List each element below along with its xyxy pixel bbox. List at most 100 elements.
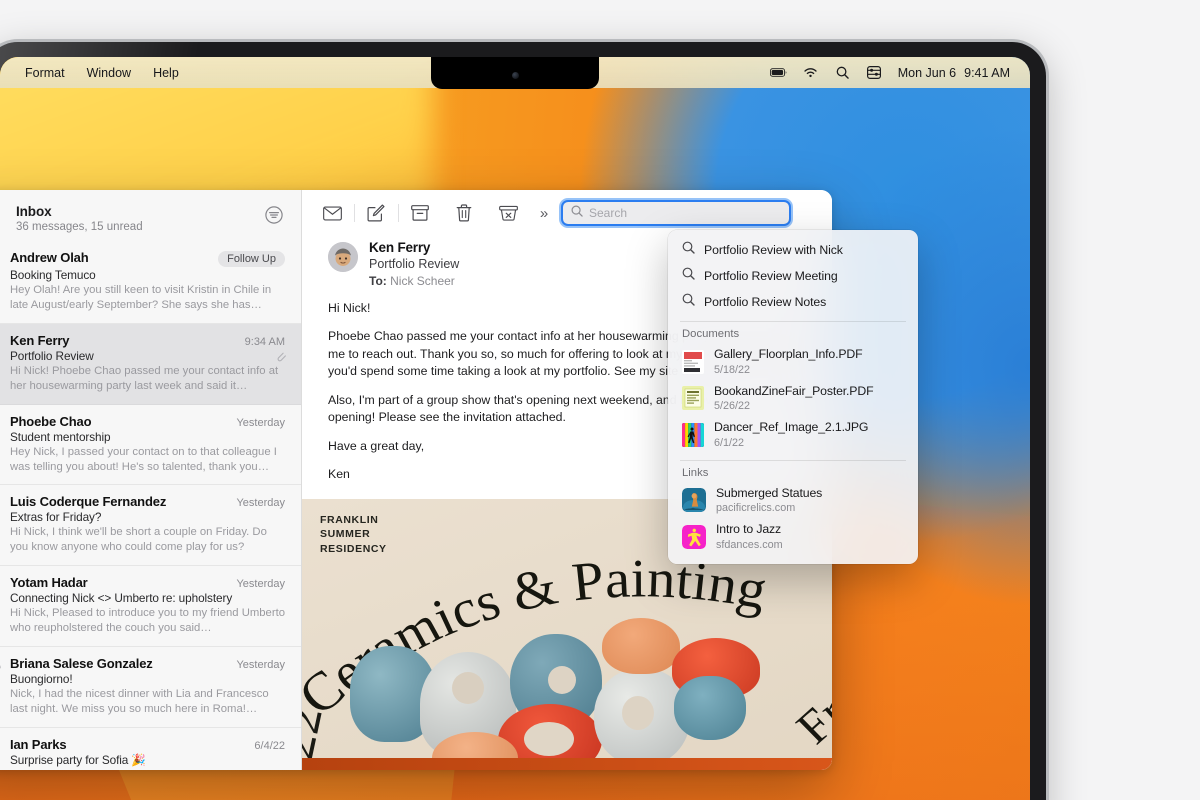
mailbox-subtitle: 36 messages, 15 unread bbox=[16, 221, 143, 233]
message-date: Yesterday bbox=[236, 497, 285, 510]
wifi-icon[interactable] bbox=[802, 65, 819, 80]
link-result-item[interactable]: Intro to Jazz sfdances.com bbox=[668, 519, 918, 556]
attachment-icon bbox=[276, 350, 287, 369]
menu-item-help[interactable]: Help bbox=[142, 64, 190, 82]
link-domain: pacificrelics.com bbox=[716, 502, 796, 515]
menu-bar-status: Mon Jun 6 9:41 AM bbox=[769, 65, 1030, 80]
statue-thumb-icon bbox=[682, 488, 706, 513]
poster-bottom-strip bbox=[302, 758, 832, 770]
message-sender: Andrew Olah bbox=[10, 250, 89, 265]
mark-unread-icon[interactable] bbox=[310, 196, 354, 230]
message-list-item[interactable]: Andrew Olah Follow Up Booking Temuco Hey… bbox=[0, 241, 301, 324]
filter-icon[interactable] bbox=[265, 206, 283, 229]
message-list-item[interactable]: Briana Salese Gonzalez Yesterday Buongio… bbox=[0, 647, 301, 728]
document-date: 5/18/22 bbox=[714, 363, 751, 376]
message-subject: Portfolio Review bbox=[10, 348, 94, 363]
document-result-item[interactable]: Gallery_Floorplan_Info.PDF 5/18/22 bbox=[668, 344, 918, 381]
message-date: 9:34 AM bbox=[244, 335, 285, 348]
message-sender: Briana Salese Gonzalez bbox=[10, 656, 153, 672]
search-icon bbox=[571, 204, 583, 222]
message-preview: Hi Nick! Phoebe Chao passed me your cont… bbox=[10, 364, 279, 392]
archive-icon[interactable] bbox=[398, 196, 442, 230]
documents-section-header: Documents bbox=[682, 328, 740, 340]
message-list-item[interactable]: Yotam Hadar Yesterday Connecting Nick <>… bbox=[0, 566, 301, 648]
search-suggestion-item[interactable]: Portfolio Review Notes bbox=[668, 289, 918, 315]
suggestion-label: Portfolio Review with Nick bbox=[704, 243, 843, 257]
document-date: 5/26/22 bbox=[714, 400, 751, 413]
message-preview: Hi Nick, I think we'll be short a couple… bbox=[10, 526, 267, 554]
document-result-item[interactable]: BookandZineFair_Poster.PDF 5/26/22 bbox=[668, 381, 918, 418]
display-notch bbox=[431, 57, 599, 89]
message-date: Yesterday bbox=[236, 659, 285, 672]
message-preview: Hi Nick, Pleased to introduce you to my … bbox=[10, 607, 285, 635]
pdf-floorplan-thumb-icon bbox=[682, 349, 704, 374]
camera-icon bbox=[511, 71, 519, 79]
message-preview: Hey Nick, I passed your contact on to th… bbox=[10, 445, 277, 473]
message-sender-name: Ken Ferry bbox=[369, 240, 431, 255]
message-list-item[interactable]: Phoebe Chao Yesterday Student mentorship… bbox=[0, 405, 301, 486]
search-field-wrapper: Search bbox=[561, 200, 791, 226]
message-list-item-selected[interactable]: Ken Ferry 9:34 AM Portfolio Review Hi Ni… bbox=[0, 323, 301, 405]
search-input[interactable]: Search bbox=[561, 200, 791, 226]
to-value: Nick Scheer bbox=[390, 274, 455, 288]
link-title: Submerged Statues bbox=[716, 485, 823, 500]
search-icon bbox=[682, 267, 695, 285]
menu-item-window[interactable]: Window bbox=[76, 64, 142, 82]
message-list-item[interactable]: Luis Coderque Fernandez Yesterday Extras… bbox=[0, 485, 301, 567]
pdf-poster-thumb-icon bbox=[682, 386, 704, 411]
message-preview: Nick, I had the nicest dinner with Lia a… bbox=[10, 688, 269, 715]
divider bbox=[680, 321, 906, 322]
delete-icon[interactable] bbox=[442, 196, 486, 230]
message-subject: Surprise party for Sofia 🎉 bbox=[10, 752, 147, 767]
mailbox-title: Inbox bbox=[16, 204, 52, 219]
message-subject: Connecting Nick <> Umberto re: upholster… bbox=[10, 591, 233, 606]
message-list-pane: Inbox 36 messages, 15 unread Andrew Olah bbox=[0, 190, 302, 770]
message-sender: Ken Ferry bbox=[10, 332, 70, 348]
menu-bar-date: Mon Jun 6 bbox=[897, 65, 957, 80]
search-suggestion-item[interactable]: Portfolio Review with Nick bbox=[668, 237, 918, 263]
menu-bar-clock[interactable]: Mon Jun 6 9:41 AM bbox=[898, 66, 1010, 80]
document-result-item[interactable]: Dancer_Ref_Image_2.1.JPG 6/1/22 bbox=[668, 417, 918, 454]
menu-bar-time: 9:41 AM bbox=[964, 65, 1010, 80]
junk-icon[interactable] bbox=[486, 196, 530, 230]
document-name: Gallery_Floorplan_Info.PDF bbox=[714, 347, 863, 361]
svg-text:Friday, June: Friday, June bbox=[787, 632, 832, 746]
message-list[interactable]: Andrew Olah Follow Up Booking Temuco Hey… bbox=[0, 241, 301, 770]
links-section-header: Links bbox=[682, 466, 709, 479]
jpg-dancer-thumb-icon bbox=[682, 422, 704, 447]
message-date: Yesterday bbox=[236, 416, 285, 429]
poster-date: Friday, June bbox=[787, 632, 832, 746]
document-name: Dancer_Ref_Image_2.1.JPG bbox=[714, 420, 869, 435]
message-subject: Extras for Friday? bbox=[10, 510, 102, 525]
spotlight-search-icon[interactable] bbox=[834, 65, 851, 80]
jazz-thumb-icon bbox=[682, 524, 706, 549]
message-recipients: To: Nick Scheer bbox=[369, 274, 459, 288]
link-domain: sfdances.com bbox=[716, 538, 783, 551]
toolbar-overflow-button[interactable]: » bbox=[530, 205, 558, 222]
message-subject: Booking Temuco bbox=[10, 268, 96, 282]
search-placeholder: Search bbox=[589, 206, 628, 220]
search-suggestions-dropdown[interactable]: Portfolio Review with Nick Portfolio Rev… bbox=[668, 230, 918, 564]
screen: Format Window Help Mon Jun 6 9:41 AM Inb… bbox=[0, 57, 1030, 800]
search-suggestion-item[interactable]: Portfolio Review Meeting bbox=[668, 263, 918, 289]
mailbox-header: Inbox 36 messages, 15 unread bbox=[0, 190, 301, 241]
replied-icon bbox=[0, 658, 2, 670]
status-badge: Follow Up bbox=[218, 251, 285, 267]
macbook-device: Format Window Help Mon Jun 6 9:41 AM Inb… bbox=[0, 42, 1046, 800]
message-date: Yesterday bbox=[236, 578, 285, 591]
compose-icon[interactable] bbox=[354, 196, 398, 230]
menu-item-format[interactable]: Format bbox=[14, 64, 76, 82]
message-sender: Phoebe Chao bbox=[10, 413, 92, 429]
message-preview: Hey Olah! Are you still keen to visit Kr… bbox=[10, 284, 272, 311]
message-sender: Ian Parks bbox=[10, 736, 67, 752]
to-label: To: bbox=[369, 274, 387, 288]
control-center-icon[interactable] bbox=[866, 65, 883, 80]
suggestion-label: Portfolio Review Meeting bbox=[704, 269, 838, 283]
link-result-item[interactable]: Submerged Statues pacificrelics.com bbox=[668, 483, 918, 520]
message-list-item[interactable]: Ian Parks 6/4/22 Surprise party for Sofi… bbox=[0, 728, 301, 770]
message-preview: As you know, next weekend is our sweet S… bbox=[10, 768, 285, 770]
battery-icon[interactable] bbox=[769, 65, 787, 80]
suggestion-label: Portfolio Review Notes bbox=[704, 295, 827, 309]
menu-bar-items: Format Window Help bbox=[0, 64, 190, 82]
document-date: 6/1/22 bbox=[714, 436, 745, 449]
